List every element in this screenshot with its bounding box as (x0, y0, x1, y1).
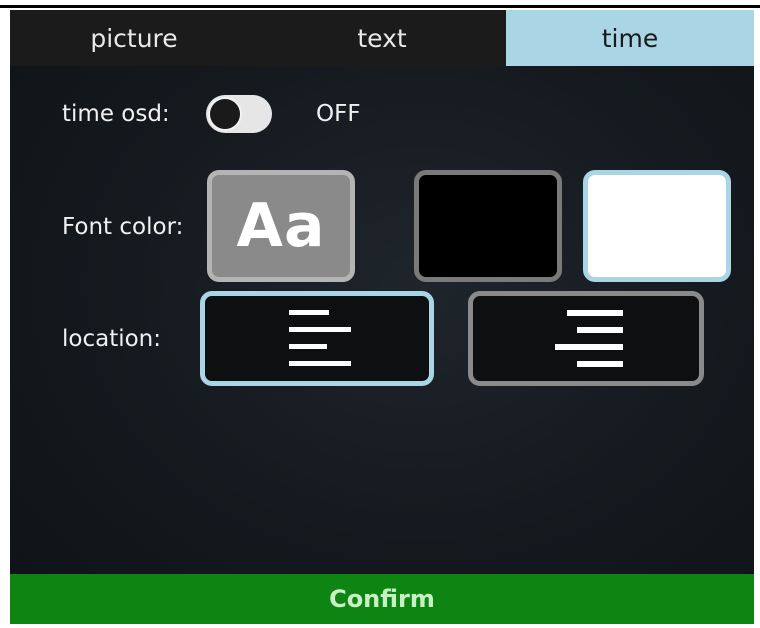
font-color-label: Font color: (62, 214, 184, 240)
font-color-white-option[interactable] (583, 170, 731, 282)
font-sample-text: Aa (236, 191, 326, 261)
top-border-line (0, 5, 760, 8)
time-osd-toggle[interactable] (206, 95, 272, 133)
font-color-black-option[interactable] (414, 170, 562, 282)
osd-settings-panel: picture text time time osd: OFF Font col… (10, 10, 754, 624)
location-right-button[interactable] (468, 291, 704, 386)
tab-text[interactable]: text (258, 10, 506, 66)
time-osd-state: OFF (316, 101, 361, 127)
font-color-default-option[interactable]: Aa (207, 170, 355, 282)
tab-picture[interactable]: picture (10, 10, 258, 66)
tab-bar: picture text time (10, 10, 754, 66)
location-label: location: (62, 326, 162, 352)
toggle-knob (208, 97, 242, 131)
location-left-button[interactable] (200, 291, 434, 386)
confirm-button[interactable]: Confirm (10, 574, 754, 624)
align-left-icon (289, 310, 351, 366)
time-osd-label: time osd: (62, 101, 170, 127)
align-right-icon (555, 310, 623, 367)
tab-time[interactable]: time (506, 10, 754, 66)
